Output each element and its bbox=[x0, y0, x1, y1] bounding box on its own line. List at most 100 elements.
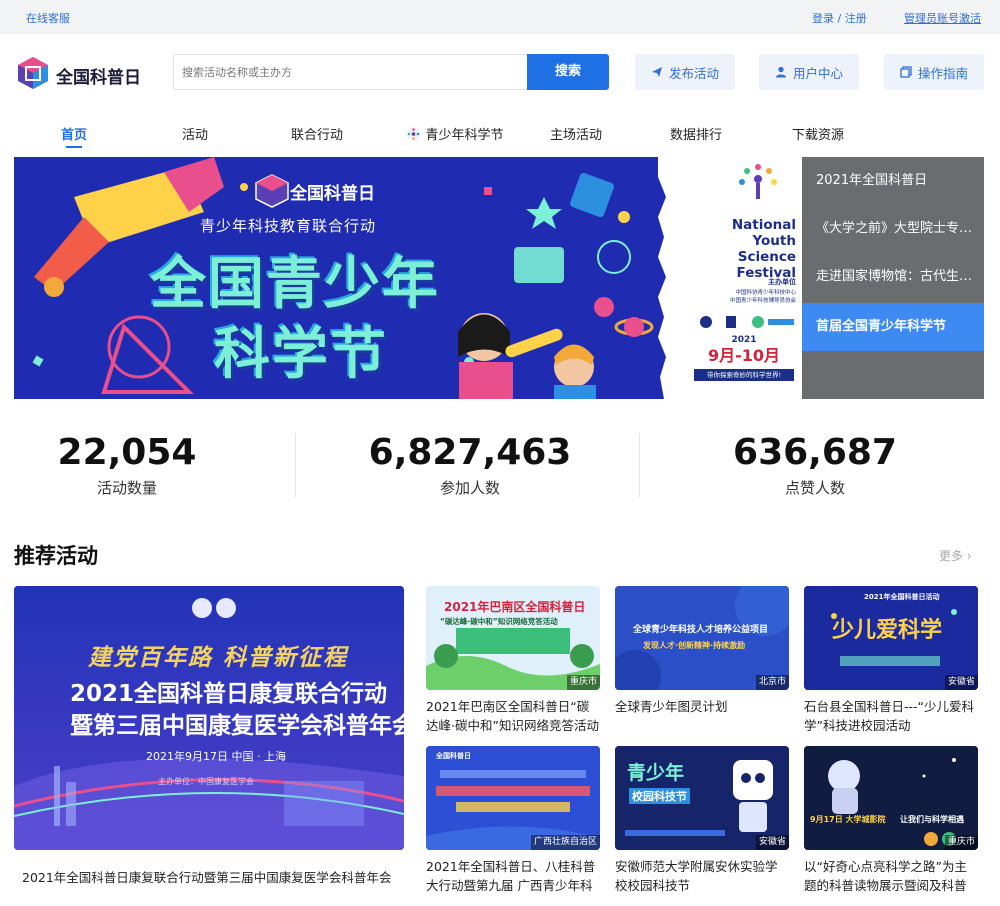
activity-caption[interactable]: 全球青少年图灵计划 bbox=[615, 697, 789, 735]
stat-like-count: 636,687 点赞人数 bbox=[700, 432, 930, 498]
banner-festival-panel: National Youth Science Festival 主办单位 中国科… bbox=[674, 157, 802, 399]
partner-logos bbox=[700, 316, 794, 328]
region-tag: 重庆市 bbox=[566, 675, 600, 690]
banner-title-line2: 科学节 bbox=[214, 322, 388, 387]
nav-youth-science-festival[interactable]: 青少年科学节 bbox=[406, 124, 504, 143]
stat-label: 点赞人数 bbox=[784, 479, 845, 497]
nav-main-events[interactable]: 主场活动 bbox=[550, 124, 602, 143]
stat-value: 6,827,463 bbox=[368, 432, 572, 473]
stat-label: 参加人数 bbox=[439, 479, 500, 497]
activity-card[interactable]: 9月17日 大学城影院 让我们与科学相遇 重庆市 bbox=[804, 746, 978, 850]
send-icon bbox=[651, 67, 662, 77]
region-tag: 北京市 bbox=[755, 675, 789, 690]
guide-label: 操作指南 bbox=[917, 65, 968, 81]
search-box: 搜索 bbox=[173, 54, 609, 90]
nav-data-ranking[interactable]: 数据排行 bbox=[670, 124, 722, 143]
activity-card[interactable]: 青少年 校园科技节 安徽省 bbox=[615, 746, 789, 850]
banner-subtitle: 青少年科技教育联合行动 bbox=[200, 217, 377, 235]
copy-icon bbox=[900, 66, 912, 78]
stat-activity-count: 22,054 活动数量 bbox=[12, 432, 242, 498]
publish-activity-button[interactable]: 发布活动 bbox=[635, 54, 735, 90]
featured-date-place: 2021年9月17日 中国 · 上海 bbox=[146, 750, 286, 763]
festival-emblem-icon bbox=[739, 164, 777, 199]
card-image-subtitle: 让我们与科学相遇 bbox=[900, 815, 964, 824]
featured-title-line1: 2021全国科普日康复联合行动 bbox=[70, 681, 388, 707]
festival-title-youth: Youth bbox=[752, 233, 797, 249]
side-list-item[interactable]: 《大学之前》大型院士专家访谈 bbox=[802, 205, 984, 253]
top-bar: 在线客服 登录 / 注册 管理员账号激活 bbox=[0, 0, 1000, 34]
site-logo[interactable]: 全国科普日 bbox=[14, 54, 154, 92]
activity-caption[interactable]: 石台县全国科普日---“少儿爱科学”科技进校园活动 bbox=[804, 697, 978, 735]
stat-participant-count: 6,827,463 参加人数 bbox=[355, 432, 585, 498]
festival-title-national: National bbox=[731, 217, 796, 233]
card-image-subtitle: 2021年全国科普日活动 bbox=[864, 593, 940, 601]
nav-youth-label: 青少年科学节 bbox=[425, 128, 504, 143]
user-center-label: 用户中心 bbox=[792, 65, 843, 81]
card-image-title: 全球青少年科技人才培养公益项目 bbox=[633, 625, 769, 635]
search-button[interactable]: 搜索 bbox=[527, 54, 609, 90]
stat-divider bbox=[639, 433, 640, 497]
online-service-link[interactable]: 在线客服 bbox=[26, 10, 70, 26]
nav-activities[interactable]: 活动 bbox=[182, 124, 208, 143]
nav-joint-action[interactable]: 联合行动 bbox=[291, 124, 343, 143]
nav-home[interactable]: 首页 bbox=[61, 124, 87, 143]
login-register-link[interactable]: 登录 / 注册 bbox=[812, 10, 867, 26]
user-icon bbox=[775, 66, 786, 78]
festival-slogan: 带你探索奇妙的科学世界! bbox=[694, 369, 794, 381]
activity-caption[interactable]: 以“好奇心点亮科学之路”为主题的科普读物展示暨阅及科普活动 bbox=[804, 857, 978, 895]
festival-logo-icon bbox=[406, 127, 420, 140]
cube-logo-icon bbox=[18, 57, 48, 89]
card-image-subtitle: 发现人才·创新精神·持续激励 bbox=[643, 641, 746, 650]
card-image-title: 2021年巴南区全国科普日 bbox=[444, 600, 586, 614]
featured-activity-caption[interactable]: 2021年全国科普日康复联合行动暨第三届中国康复医学会科普年会 bbox=[22, 867, 394, 886]
side-list-item[interactable]: 走进国家博物馆：古代生物与人 bbox=[802, 253, 984, 301]
more-label: 更多 bbox=[939, 549, 964, 563]
side-list-item[interactable]: 2021年全国科普日 bbox=[802, 157, 984, 205]
stat-value: 636,687 bbox=[733, 432, 897, 473]
host-line-1: 中国科协青少年科技中心 bbox=[735, 290, 796, 296]
stat-label: 活动数量 bbox=[96, 479, 157, 497]
card-image-title: 青少年 bbox=[627, 762, 685, 784]
featured-activity-card[interactable]: 建党百年路 科普新征程 2021全国科普日康复联合行动 暨第三届中国康复医学会科… bbox=[14, 586, 404, 850]
activity-card[interactable]: 2021年全国科普日活动 少儿爱科学 安徽省 bbox=[804, 586, 978, 690]
more-link[interactable]: 更多 › bbox=[939, 547, 972, 564]
featured-organizer: 主办单位：中国康复医学会 bbox=[158, 777, 254, 786]
activity-card[interactable]: 全国科普日 广西壮族自治区 bbox=[426, 746, 600, 850]
host-heading: 主办单位 bbox=[768, 278, 796, 286]
card-image-subtitle: 校园科技节 bbox=[629, 788, 690, 804]
card-image-title: 少儿爱科学 bbox=[832, 618, 943, 643]
banner-logo-text: 全国科普日 bbox=[290, 184, 375, 204]
activity-caption[interactable]: 安徽师范大学附属安休实验学校校园科技节 bbox=[615, 857, 789, 895]
side-list-item-active[interactable]: 首届全国青少年科学节 bbox=[802, 303, 984, 351]
activity-card[interactable]: 全球青少年科技人才培养公益项目 发现人才·创新精神·持续激励 北京市 bbox=[615, 586, 789, 690]
hero-banner[interactable]: 全国科普日 青少年科技教育联合行动 全国青少年 科学节 National You… bbox=[14, 157, 802, 399]
search-input[interactable] bbox=[174, 55, 528, 89]
card-image-title: 全国科普日 bbox=[436, 752, 471, 760]
festival-english-title: National Youth Science Festival bbox=[684, 217, 796, 281]
activity-caption[interactable]: 2021年巴南区全国科普日“碳达峰·碳中和”知识网络竞答活动 bbox=[426, 697, 600, 735]
banner-side-list: 2021年全国科普日 《大学之前》大型院士专家访谈 走进国家博物馆：古代生物与人… bbox=[802, 157, 984, 399]
featured-title-line2: 暨第三届中国康复医学会科普年会 bbox=[70, 713, 404, 739]
card-image-subtitle: “碳达峰·碳中和”知识网络竞答活动 bbox=[440, 617, 558, 626]
user-center-button[interactable]: 用户中心 bbox=[759, 54, 859, 90]
region-tag: 安徽省 bbox=[755, 835, 789, 850]
nav-active-underline bbox=[66, 146, 82, 148]
region-tag: 广西壮族自治区 bbox=[530, 835, 600, 850]
host-line-2: 中国青少年科技辅导员协会 bbox=[729, 298, 796, 304]
activity-caption[interactable]: 2021年全国科普日、八桂科普大行动暨第九届 广西青少年科技活动 bbox=[426, 857, 600, 895]
festival-date: 9月-10月 bbox=[696, 345, 792, 367]
activity-card[interactable]: 2021年巴南区全国科普日 “碳达峰·碳中和”知识网络竞答活动 重庆市 bbox=[426, 586, 600, 690]
card-image-title: 9月17日 大学城影院 bbox=[810, 815, 886, 824]
nav-download-resources[interactable]: 下载资源 bbox=[792, 124, 844, 143]
stat-value: 22,054 bbox=[57, 432, 197, 473]
banner-title-line1: 全国青少年 bbox=[150, 252, 440, 317]
stat-divider bbox=[295, 433, 296, 497]
region-tag: 重庆市 bbox=[944, 835, 978, 850]
region-tag: 安徽省 bbox=[944, 675, 978, 690]
publish-label: 发布活动 bbox=[668, 65, 719, 81]
admin-activation-link[interactable]: 管理员账号激活 bbox=[904, 10, 981, 26]
featured-slogan: 建党百年路 科普新征程 bbox=[88, 645, 349, 671]
logo-text: 全国科普日 bbox=[56, 68, 141, 88]
operation-guide-button[interactable]: 操作指南 bbox=[884, 54, 984, 90]
recommended-title: 推荐活动 bbox=[14, 544, 98, 568]
